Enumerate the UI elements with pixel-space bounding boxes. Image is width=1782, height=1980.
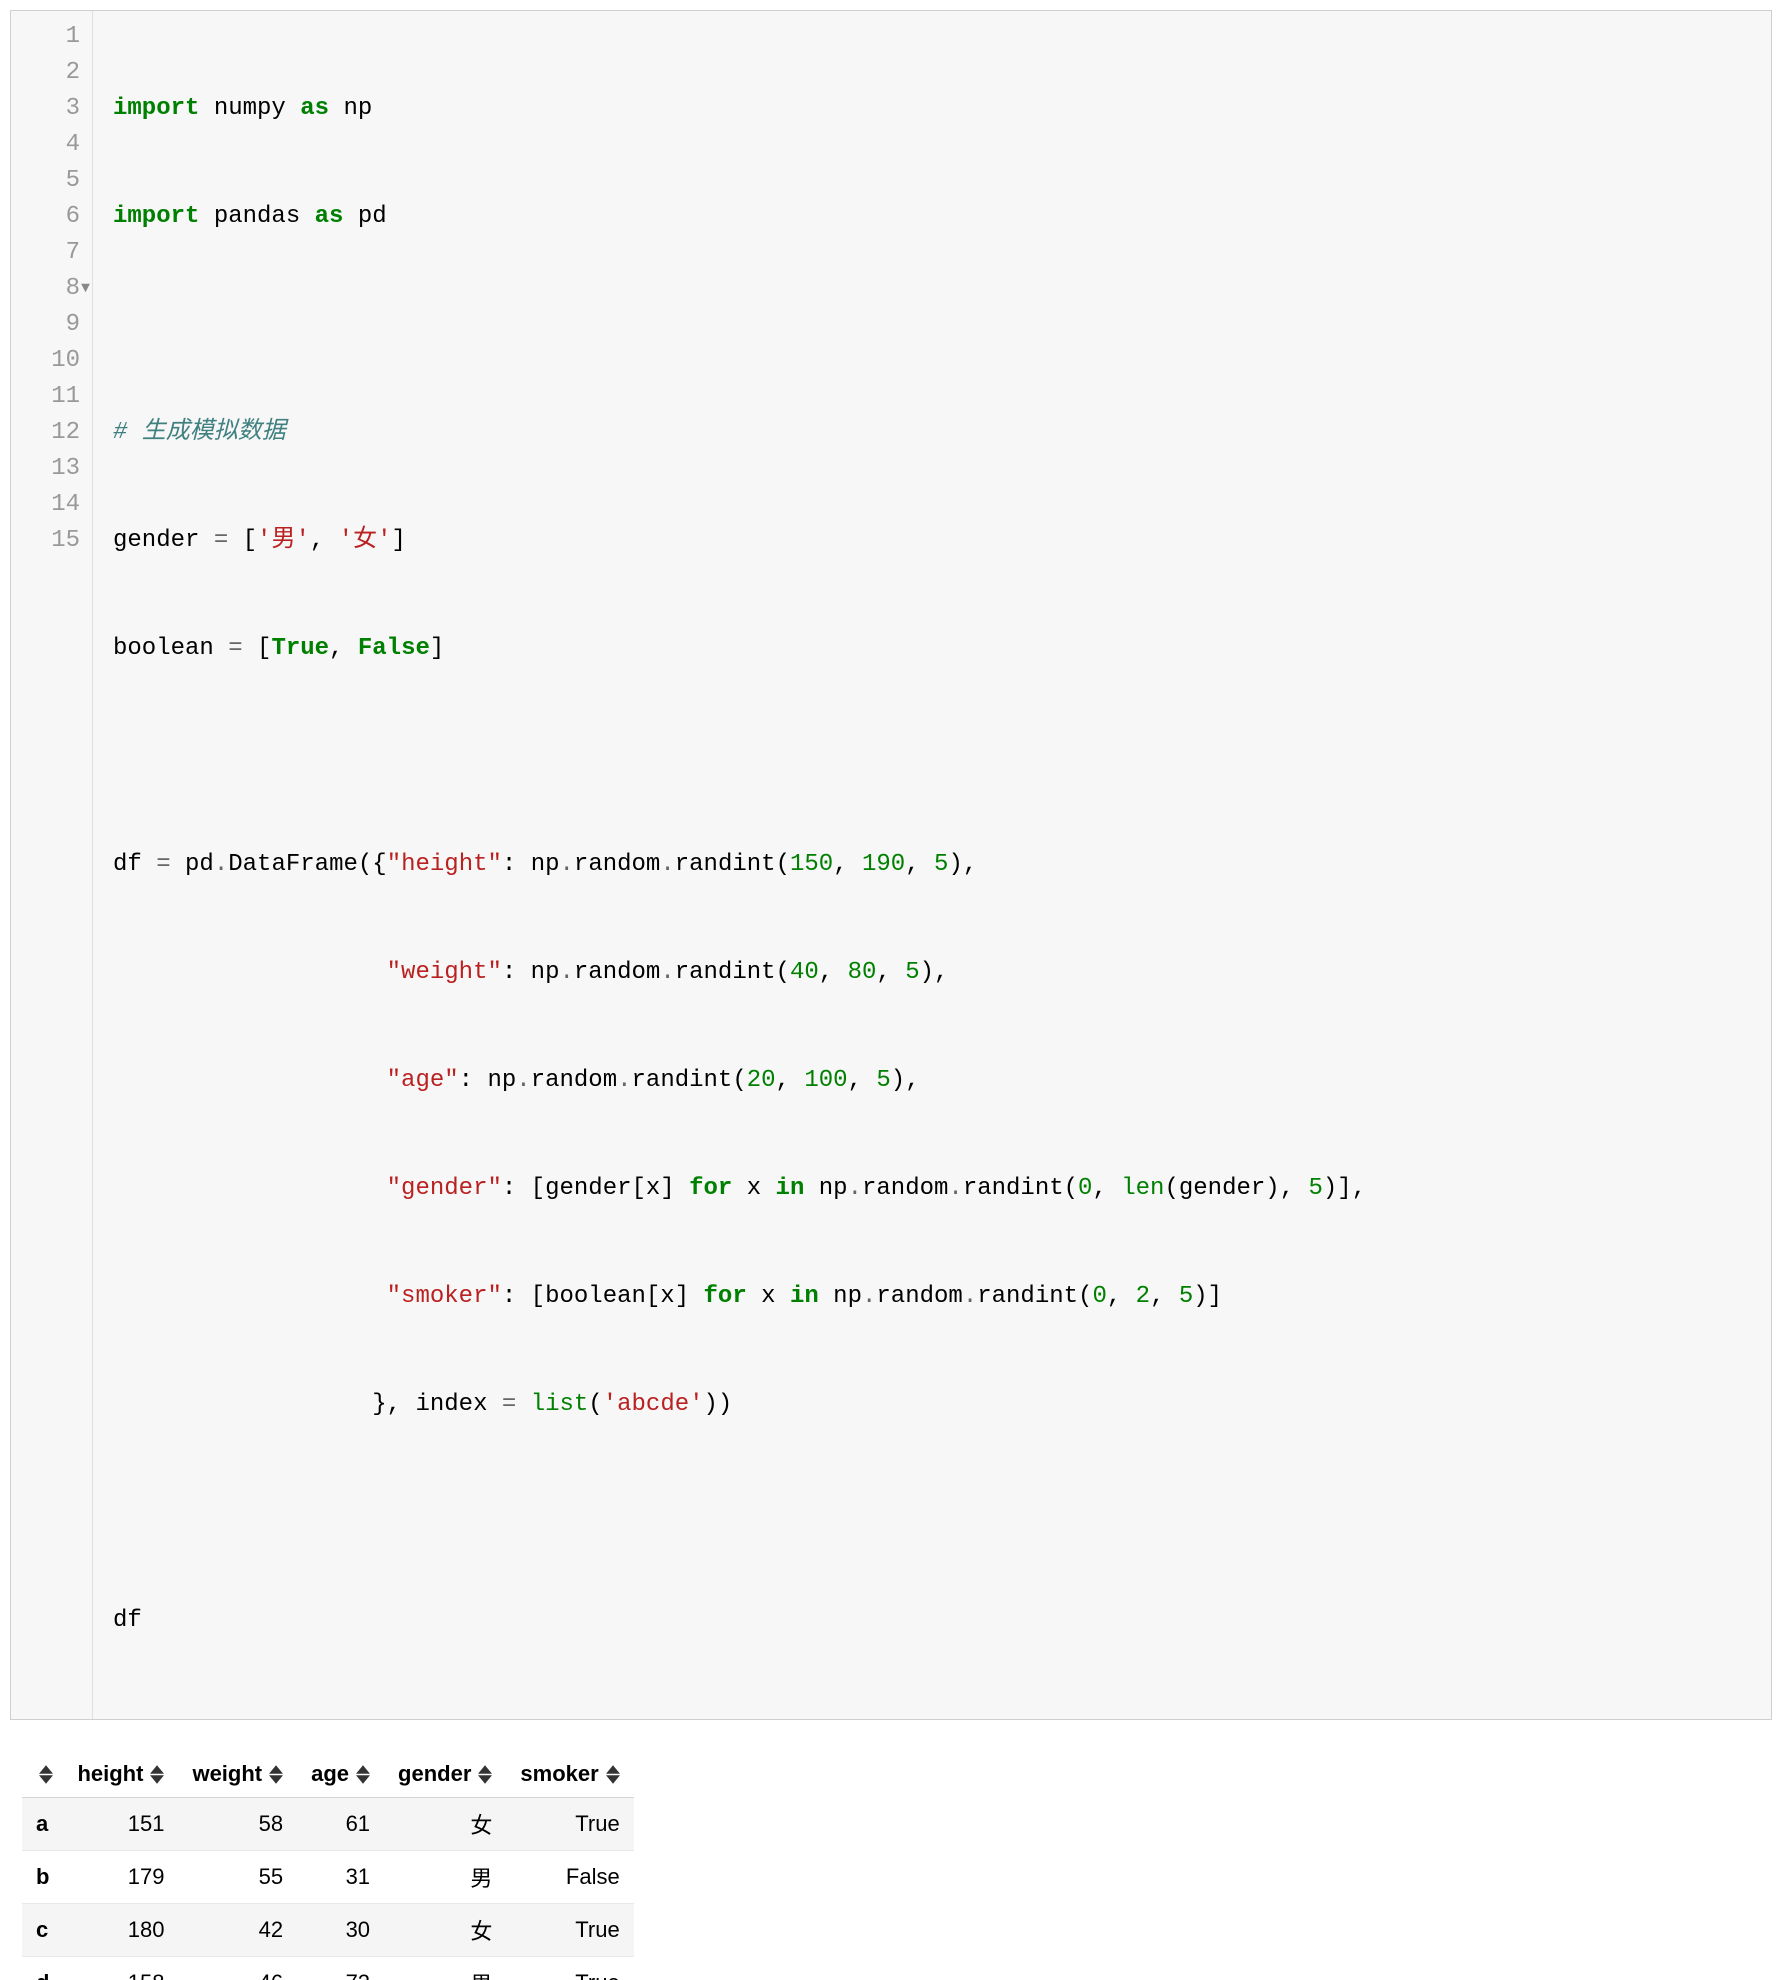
code-cell: 1 2 3 4 5 6 7 8▼ 9 10 11 12 13 14 15 imp… bbox=[10, 10, 1772, 1720]
output-area: height weight age gender smoker a 151 58… bbox=[22, 1750, 1772, 1980]
sort-icon bbox=[356, 1765, 370, 1784]
code-line: "gender": [gender[x] for x in np.random.… bbox=[113, 1171, 1751, 1207]
index-sort-header[interactable] bbox=[22, 1750, 63, 1798]
sort-icon bbox=[478, 1765, 492, 1784]
cell-height: 151 bbox=[63, 1798, 178, 1851]
code-line: "age": np.random.randint(20, 100, 5), bbox=[113, 1063, 1751, 1099]
cell-gender: 女 bbox=[384, 1798, 506, 1851]
code-editor-content[interactable]: import numpy as np import pandas as pd #… bbox=[93, 11, 1771, 1719]
cell-weight: 58 bbox=[178, 1798, 297, 1851]
code-line: df bbox=[113, 1603, 1751, 1639]
code-line bbox=[113, 307, 1751, 343]
column-header-gender[interactable]: gender bbox=[384, 1750, 506, 1798]
table-row: a 151 58 61 女 True bbox=[22, 1798, 634, 1851]
line-number: 9 bbox=[19, 307, 80, 343]
code-line: gender = ['男', '女'] bbox=[113, 523, 1751, 559]
line-number: 1 bbox=[19, 19, 80, 55]
cell-smoker: True bbox=[506, 1798, 633, 1851]
code-line: boolean = [True, False] bbox=[113, 631, 1751, 667]
cell-smoker: True bbox=[506, 1904, 633, 1957]
code-line: import pandas as pd bbox=[113, 199, 1751, 235]
table-row: b 179 55 31 男 False bbox=[22, 1851, 634, 1904]
line-number: 13 bbox=[19, 451, 80, 487]
cell-age: 61 bbox=[297, 1798, 384, 1851]
cell-weight: 46 bbox=[178, 1957, 297, 1980]
sort-icon bbox=[269, 1765, 283, 1784]
line-number: 3 bbox=[19, 91, 80, 127]
code-line: }, index = list('abcde')) bbox=[113, 1387, 1751, 1423]
cell-gender: 男 bbox=[384, 1957, 506, 1980]
cell-weight: 55 bbox=[178, 1851, 297, 1904]
code-line: # 生成模拟数据 bbox=[113, 415, 1751, 451]
cell-height: 180 bbox=[63, 1904, 178, 1957]
table-row: d 158 46 72 男 True bbox=[22, 1957, 634, 1980]
cell-smoker: True bbox=[506, 1957, 633, 1980]
row-index: c bbox=[22, 1904, 63, 1957]
dataframe-table: height weight age gender smoker a 151 58… bbox=[22, 1750, 634, 1980]
row-index: a bbox=[22, 1798, 63, 1851]
line-number: 6 bbox=[19, 199, 80, 235]
line-number: 12 bbox=[19, 415, 80, 451]
table-header-row: height weight age gender smoker bbox=[22, 1750, 634, 1798]
code-line: import numpy as np bbox=[113, 91, 1751, 127]
cell-age: 30 bbox=[297, 1904, 384, 1957]
cell-gender: 男 bbox=[384, 1851, 506, 1904]
line-number: 10 bbox=[19, 343, 80, 379]
column-header-height[interactable]: height bbox=[63, 1750, 178, 1798]
line-number: 2 bbox=[19, 55, 80, 91]
cell-gender: 女 bbox=[384, 1904, 506, 1957]
sort-icon bbox=[150, 1765, 164, 1784]
cell-age: 72 bbox=[297, 1957, 384, 1980]
column-header-weight[interactable]: weight bbox=[178, 1750, 297, 1798]
fold-marker-icon[interactable]: ▼ bbox=[81, 271, 90, 307]
table-row: c 180 42 30 女 True bbox=[22, 1904, 634, 1957]
line-number: 15 bbox=[19, 523, 80, 559]
cell-weight: 42 bbox=[178, 1904, 297, 1957]
column-header-age[interactable]: age bbox=[297, 1750, 384, 1798]
sort-icon bbox=[39, 1765, 53, 1784]
code-line: df = pd.DataFrame({"height": np.random.r… bbox=[113, 847, 1751, 883]
cell-height: 179 bbox=[63, 1851, 178, 1904]
code-line: "smoker": [boolean[x] for x in np.random… bbox=[113, 1279, 1751, 1315]
line-number: 8▼ bbox=[19, 271, 80, 307]
line-number-gutter: 1 2 3 4 5 6 7 8▼ 9 10 11 12 13 14 15 bbox=[11, 11, 93, 1719]
row-index: d bbox=[22, 1957, 63, 1980]
line-number: 4 bbox=[19, 127, 80, 163]
line-number: 7 bbox=[19, 235, 80, 271]
cell-age: 31 bbox=[297, 1851, 384, 1904]
line-number: 5 bbox=[19, 163, 80, 199]
column-header-smoker[interactable]: smoker bbox=[506, 1750, 633, 1798]
line-number: 11 bbox=[19, 379, 80, 415]
sort-icon bbox=[606, 1765, 620, 1784]
row-index: b bbox=[22, 1851, 63, 1904]
code-line: "weight": np.random.randint(40, 80, 5), bbox=[113, 955, 1751, 991]
code-line bbox=[113, 739, 1751, 775]
cell-height: 158 bbox=[63, 1957, 178, 1980]
cell-smoker: False bbox=[506, 1851, 633, 1904]
line-number: 14 bbox=[19, 487, 80, 523]
code-line bbox=[113, 1495, 1751, 1531]
